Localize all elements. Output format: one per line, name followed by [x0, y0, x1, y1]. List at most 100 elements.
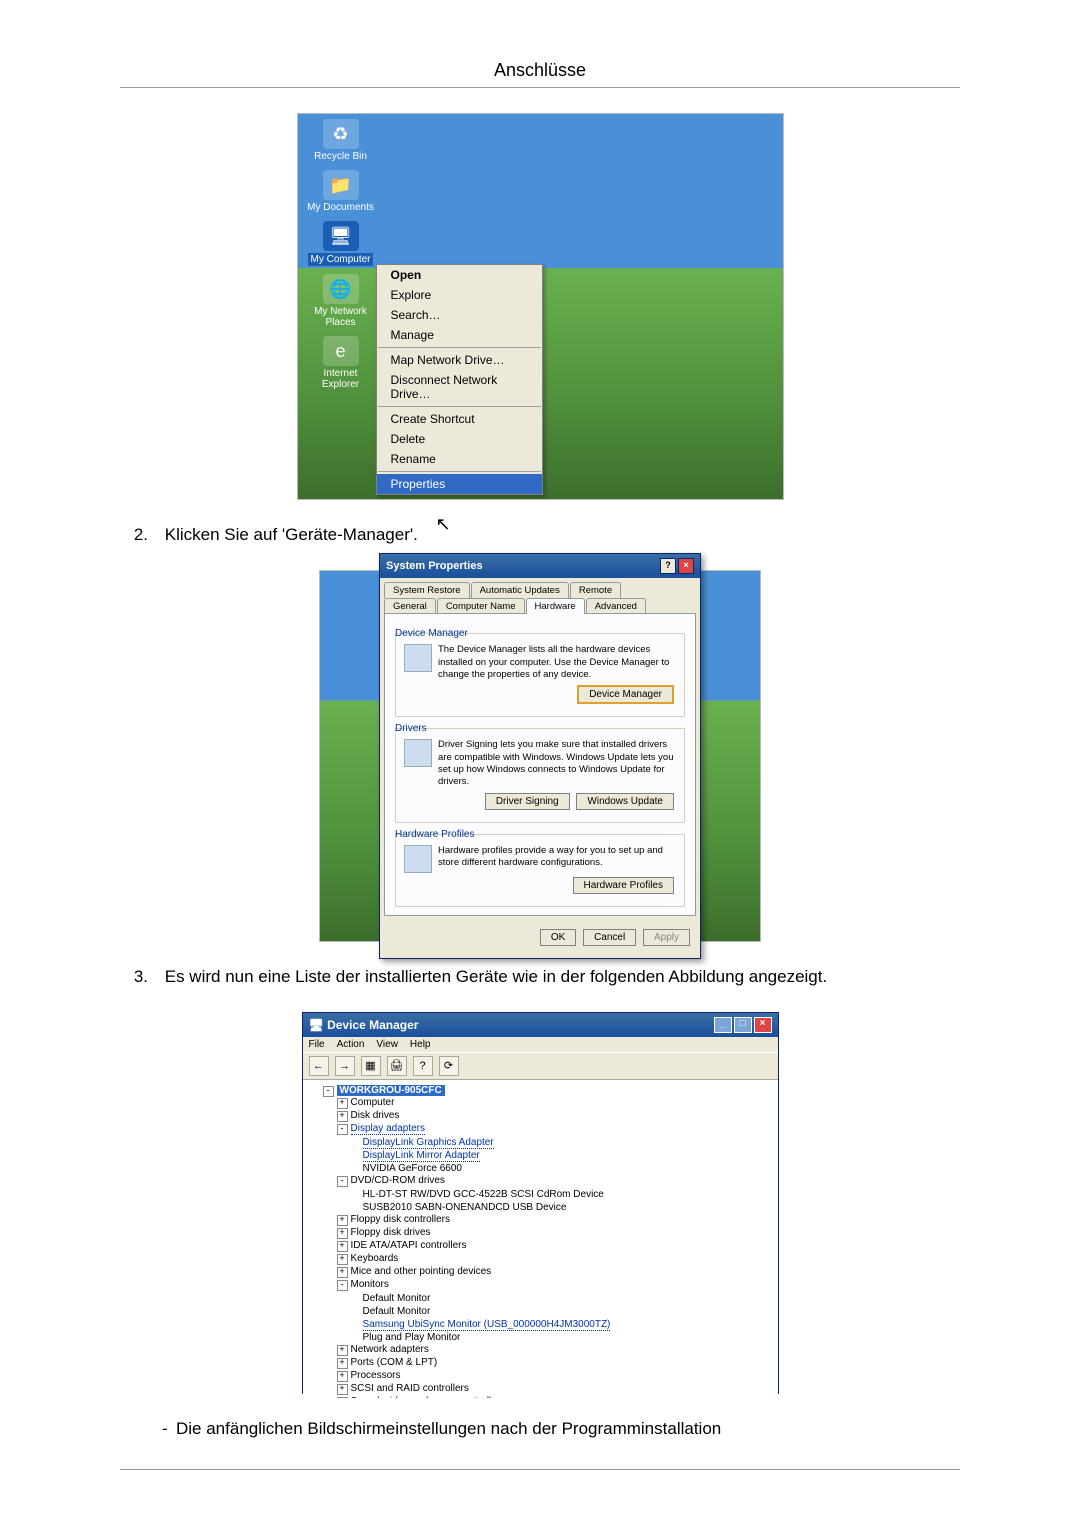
- expand-icon[interactable]: +: [337, 1254, 348, 1265]
- context-menu-item[interactable]: Rename: [377, 449, 542, 469]
- expand-icon[interactable]: +: [337, 1358, 348, 1369]
- driver-signing-button[interactable]: Driver Signing: [485, 793, 570, 810]
- step-number: 3.: [120, 967, 148, 987]
- expand-icon[interactable]: -: [337, 1124, 348, 1135]
- expand-icon[interactable]: +: [337, 1384, 348, 1395]
- expand-icon[interactable]: +: [337, 1215, 348, 1226]
- tree-root[interactable]: WORKGROU-905CFC: [337, 1085, 445, 1096]
- expand-icon[interactable]: -: [337, 1176, 348, 1187]
- properties-button[interactable]: ▦: [361, 1056, 381, 1076]
- toolbar: ← → ▦ 🖨 ? ⟳: [303, 1052, 778, 1080]
- drivers-icon: [404, 739, 432, 767]
- desktop-icon[interactable]: 🖥 My Computer: [306, 221, 376, 266]
- maximize-button[interactable]: □: [734, 1017, 752, 1033]
- help-button[interactable]: ?: [660, 558, 676, 574]
- drivers-text: Driver Signing lets you make sure that i…: [438, 739, 676, 788]
- context-menu-item[interactable]: Map Network Drive…: [377, 350, 542, 370]
- expand-icon[interactable]: +: [337, 1228, 348, 1239]
- icon-glyph: 📁: [323, 170, 359, 200]
- tree-leaf[interactable]: HL-DT-ST RW/DVD GCC-4522B SCSI CdRom Dev…: [363, 1189, 604, 1200]
- tree-node[interactable]: IDE ATA/ATAPI controllers: [351, 1240, 467, 1251]
- back-button[interactable]: ←: [309, 1056, 329, 1076]
- tree-node[interactable]: Sound, video and game controllers: [351, 1396, 506, 1398]
- context-menu-item[interactable]: Explore: [377, 285, 542, 305]
- tree-leaf[interactable]: Default Monitor: [363, 1293, 431, 1304]
- tree-node[interactable]: SCSI and RAID controllers: [351, 1383, 469, 1394]
- tree-leaf[interactable]: Default Monitor: [363, 1306, 431, 1317]
- sub-note: -Die anfänglichen Bildschirmeinstellunge…: [162, 1419, 960, 1439]
- tab[interactable]: Hardware: [526, 598, 585, 614]
- context-menu-item[interactable]: Delete: [377, 429, 542, 449]
- tree-node[interactable]: Computer: [351, 1097, 395, 1108]
- device-manager-icon: [404, 644, 432, 672]
- menu-item[interactable]: Action: [337, 1039, 365, 1050]
- screenshot-device-manager: 🖥 Device Manager _ □ × File Action View Hel…: [302, 1012, 779, 1394]
- desktop-icon[interactable]: ♻Recycle Bin: [306, 119, 376, 162]
- help-button[interactable]: ?: [413, 1056, 433, 1076]
- tree-leaf[interactable]: DisplayLink Graphics Adapter: [363, 1137, 494, 1149]
- icon-glyph: 🖥: [323, 221, 359, 251]
- tree-leaf[interactable]: Plug and Play Monitor: [363, 1332, 461, 1343]
- hardware-profiles-button[interactable]: Hardware Profiles: [573, 877, 674, 894]
- expand-icon[interactable]: +: [337, 1397, 348, 1398]
- tree-node[interactable]: Keyboards: [351, 1253, 399, 1264]
- desktop-icon[interactable]: 📁My Documents: [306, 170, 376, 213]
- menu-item[interactable]: Help: [410, 1039, 431, 1050]
- apply-button[interactable]: Apply: [643, 929, 690, 946]
- icon-label: My Computer: [308, 253, 372, 266]
- tree-leaf[interactable]: SUSB2010 SABN-ONENANDCD USB Device: [363, 1202, 567, 1213]
- tab[interactable]: System Restore: [384, 582, 470, 598]
- ok-button[interactable]: OK: [540, 929, 576, 946]
- icon-glyph: ♻: [323, 119, 359, 149]
- expand-icon[interactable]: +: [337, 1267, 348, 1278]
- context-menu-item[interactable]: Manage: [377, 325, 542, 345]
- forward-button[interactable]: →: [335, 1056, 355, 1076]
- desktop-icon[interactable]: 🌐My Network Places: [306, 274, 376, 328]
- tree-node[interactable]: DVD/CD-ROM drives: [351, 1175, 445, 1186]
- tree-node[interactable]: Mice and other pointing devices: [351, 1266, 492, 1277]
- tab[interactable]: Remote: [570, 582, 621, 598]
- footer-rule: [120, 1469, 960, 1470]
- menu-item[interactable]: View: [376, 1039, 398, 1050]
- tree-node[interactable]: Disk drives: [351, 1110, 400, 1121]
- step-text: Klicken Sie auf 'Geräte-Manager'.: [165, 525, 960, 545]
- context-menu-item[interactable]: Properties: [377, 474, 542, 494]
- cancel-button[interactable]: Cancel: [583, 929, 636, 946]
- context-menu-item[interactable]: Disconnect Network Drive…: [377, 370, 542, 404]
- device-manager-button[interactable]: Device Manager: [577, 685, 674, 704]
- expand-icon[interactable]: +: [337, 1241, 348, 1252]
- context-menu-item[interactable]: Open: [377, 265, 542, 285]
- tree-node[interactable]: Floppy disk controllers: [351, 1214, 450, 1225]
- context-menu-item[interactable]: Search…: [377, 305, 542, 325]
- tab[interactable]: Advanced: [586, 598, 646, 614]
- tree-leaf[interactable]: DisplayLink Mirror Adapter: [363, 1150, 480, 1162]
- header-rule: [120, 87, 960, 88]
- expand-icon[interactable]: +: [337, 1371, 348, 1382]
- tree-node[interactable]: Floppy disk drives: [351, 1227, 431, 1238]
- expand-icon[interactable]: +: [337, 1111, 348, 1122]
- close-button[interactable]: ×: [754, 1017, 772, 1033]
- desktop-icon[interactable]: eInternet Explorer: [306, 336, 376, 390]
- tree-node[interactable]: Display adapters: [351, 1123, 425, 1135]
- tree-node[interactable]: Processors: [351, 1370, 401, 1381]
- expand-icon[interactable]: -: [337, 1280, 348, 1291]
- window-titlebar: 🖥 Device Manager _ □ ×: [303, 1013, 778, 1037]
- windows-update-button[interactable]: Windows Update: [576, 793, 674, 810]
- menu-item[interactable]: File: [309, 1039, 325, 1050]
- expand-icon[interactable]: +: [337, 1098, 348, 1109]
- tree-leaf[interactable]: Samsung UbiSync Monitor (USB_000000H4JM3…: [363, 1319, 611, 1331]
- tab[interactable]: Computer Name: [437, 598, 525, 614]
- tab[interactable]: Automatic Updates: [471, 582, 569, 598]
- scan-button[interactable]: ⟳: [439, 1056, 459, 1076]
- tab[interactable]: General: [384, 598, 436, 614]
- tree-node[interactable]: Monitors: [351, 1279, 389, 1290]
- tree-leaf[interactable]: NVIDIA GeForce 6600: [363, 1163, 463, 1174]
- minimize-button[interactable]: _: [714, 1017, 732, 1033]
- expand-icon[interactable]: +: [337, 1345, 348, 1356]
- tree-node[interactable]: Ports (COM & LPT): [351, 1357, 438, 1368]
- print-button[interactable]: 🖨: [387, 1056, 407, 1076]
- collapse-icon[interactable]: -: [323, 1086, 334, 1097]
- close-button[interactable]: ×: [678, 558, 694, 574]
- tree-node[interactable]: Network adapters: [351, 1344, 429, 1355]
- context-menu-item[interactable]: Create Shortcut: [377, 409, 542, 429]
